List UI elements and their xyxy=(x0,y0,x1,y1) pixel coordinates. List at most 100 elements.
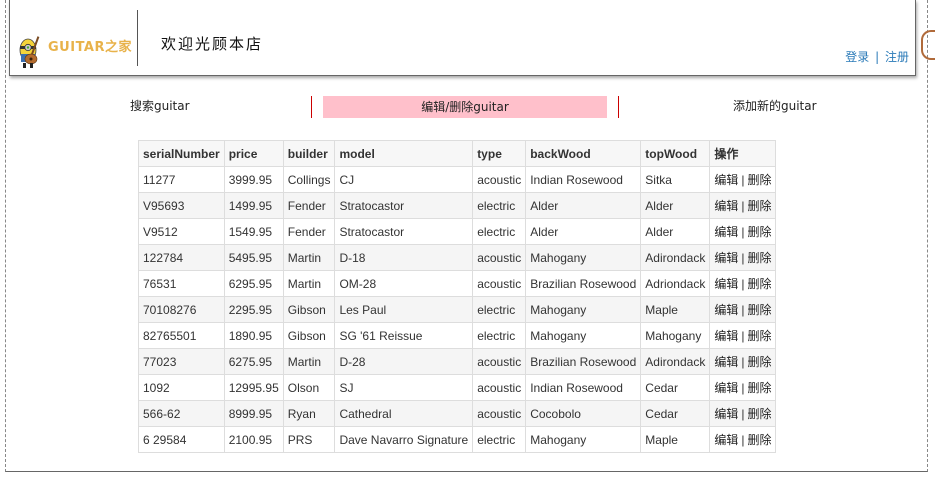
table-cell: acoustic xyxy=(472,166,527,193)
delete-link[interactable]: 删除 xyxy=(747,225,771,239)
table-cell: SJ xyxy=(334,374,474,401)
auth-links: 登录 | 注册 xyxy=(845,48,909,65)
table-cell: 122784 xyxy=(138,244,225,271)
col-header: price xyxy=(223,140,284,167)
edit-link[interactable]: 编辑 xyxy=(714,225,738,239)
col-header: model xyxy=(334,140,474,167)
table-cell: Mahogany xyxy=(525,244,642,271)
delete-link[interactable]: 删除 xyxy=(747,355,771,369)
table-cell: 12995.95 xyxy=(223,374,284,401)
edit-link[interactable]: 编辑 xyxy=(714,199,738,213)
table-cell: Alder xyxy=(525,218,642,245)
row-actions: 编辑 | 删除 xyxy=(709,270,777,297)
edit-link[interactable]: 编辑 xyxy=(714,381,738,395)
delete-link[interactable]: 删除 xyxy=(747,407,771,421)
col-header: topWood xyxy=(640,140,711,167)
edit-link[interactable]: 编辑 xyxy=(714,329,738,343)
edit-link[interactable]: 编辑 xyxy=(714,303,738,317)
table-cell: Olson xyxy=(282,374,336,401)
row-actions: 编辑 | 删除 xyxy=(709,244,777,271)
table-cell: Martin xyxy=(282,244,336,271)
table-cell: Alder xyxy=(640,218,711,245)
table-cell: 6275.95 xyxy=(223,348,284,375)
edit-link[interactable]: 编辑 xyxy=(714,355,738,369)
delete-link[interactable]: 删除 xyxy=(747,277,771,291)
delete-link[interactable]: 删除 xyxy=(747,381,771,395)
table-cell: Alder xyxy=(640,192,711,219)
table-cell: Mahogany xyxy=(525,296,642,323)
table-row: 82765501 1890.95 Gibson SG '61 Reissue elect… xyxy=(138,322,777,349)
minion-guitar-logo-icon xyxy=(16,32,46,70)
table-cell: acoustic xyxy=(472,374,527,401)
table-cell: Sitka xyxy=(640,166,711,193)
edit-link[interactable]: 编辑 xyxy=(714,433,738,447)
table-cell: Mahogany xyxy=(525,322,642,349)
edit-link[interactable]: 编辑 xyxy=(714,173,738,187)
table-cell: Martin xyxy=(282,348,336,375)
table-cell: 1549.95 xyxy=(223,218,284,245)
table-cell: Martin xyxy=(282,270,336,297)
table-row: 11277 3999.95 Collings CJ acoustic Indian Ros… xyxy=(138,166,777,193)
table-cell: OM-28 xyxy=(334,270,474,297)
table-cell: Fender xyxy=(282,192,336,219)
edit-link[interactable]: 编辑 xyxy=(714,251,738,265)
table-cell: electric xyxy=(472,426,527,453)
table-cell: Mahogany xyxy=(640,322,711,349)
row-actions: 编辑 | 删除 xyxy=(709,218,777,245)
col-header: builder xyxy=(282,140,336,167)
table-cell: electric xyxy=(472,192,527,219)
table-cell: Mahogany xyxy=(525,426,642,453)
table-cell: Adriondack xyxy=(640,270,711,297)
table-cell: 70108276 xyxy=(138,296,225,323)
table-cell: 1890.95 xyxy=(223,322,284,349)
login-link[interactable]: 登录 xyxy=(845,50,869,64)
table-cell: PRS xyxy=(282,426,336,453)
col-header: type xyxy=(472,140,527,167)
table-cell: CJ xyxy=(334,166,474,193)
table-cell: Gibson xyxy=(282,322,336,349)
nav-search-guitar[interactable]: 搜索guitar xyxy=(130,94,190,118)
register-link[interactable]: 注册 xyxy=(885,50,909,64)
table-cell: V95693 xyxy=(138,192,225,219)
table-cell: 3999.95 xyxy=(223,166,284,193)
table-cell: D-18 xyxy=(334,244,474,271)
edit-link[interactable]: 编辑 xyxy=(714,407,738,421)
delete-link[interactable]: 删除 xyxy=(747,433,771,447)
delete-link[interactable]: 删除 xyxy=(747,329,771,343)
row-actions: 编辑 | 删除 xyxy=(709,322,777,349)
delete-link[interactable]: 删除 xyxy=(747,303,771,317)
table-row: 76531 6295.95 Martin OM-28 acoustic Brazilian… xyxy=(138,270,777,297)
row-actions: 编辑 | 删除 xyxy=(709,296,777,323)
row-actions: 编辑 | 删除 xyxy=(709,374,777,401)
col-header: serialNumber xyxy=(138,140,225,167)
row-actions: 编辑 | 删除 xyxy=(709,192,777,219)
edit-link[interactable]: 编辑 xyxy=(714,277,738,291)
table-cell: 11277 xyxy=(138,166,225,193)
table-cell: Stratocastor xyxy=(334,218,474,245)
table-cell: Dave Navarro Signature xyxy=(334,426,474,453)
table-cell: SG '61 Reissue xyxy=(334,322,474,349)
table-cell: acoustic xyxy=(472,400,527,427)
table-row: 77023 6275.95 Martin D-28 acoustic Brazilian … xyxy=(138,348,777,375)
table-cell: Brazilian Rosewood xyxy=(525,348,642,375)
table-cell: V9512 xyxy=(138,218,225,245)
table-cell: Cedar xyxy=(640,400,711,427)
nav-separator xyxy=(311,96,312,118)
table-cell: acoustic xyxy=(472,348,527,375)
table-cell: Maple xyxy=(640,426,711,453)
table-cell: Maple xyxy=(640,296,711,323)
nav-add-guitar[interactable]: 添加新的guitar xyxy=(733,94,817,118)
table-cell: Les Paul xyxy=(334,296,474,323)
table-cell: 5495.95 xyxy=(223,244,284,271)
delete-link[interactable]: 删除 xyxy=(747,173,771,187)
table-cell: Fender xyxy=(282,218,336,245)
table-cell: Stratocastor xyxy=(334,192,474,219)
table-cell: Cedar xyxy=(640,374,711,401)
welcome-text: 欢迎光顾本店 xyxy=(161,35,264,53)
nav-edit-delete-guitar[interactable]: 编辑/删除guitar xyxy=(323,96,607,118)
table-row: 6 29584 2100.95 PRS Dave Navarro Signature e… xyxy=(138,426,777,453)
col-header: backWood xyxy=(525,140,642,167)
table-row: 70108276 2295.95 Gibson Les Paul electric Mah… xyxy=(138,296,777,323)
delete-link[interactable]: 删除 xyxy=(747,199,771,213)
delete-link[interactable]: 删除 xyxy=(747,251,771,265)
